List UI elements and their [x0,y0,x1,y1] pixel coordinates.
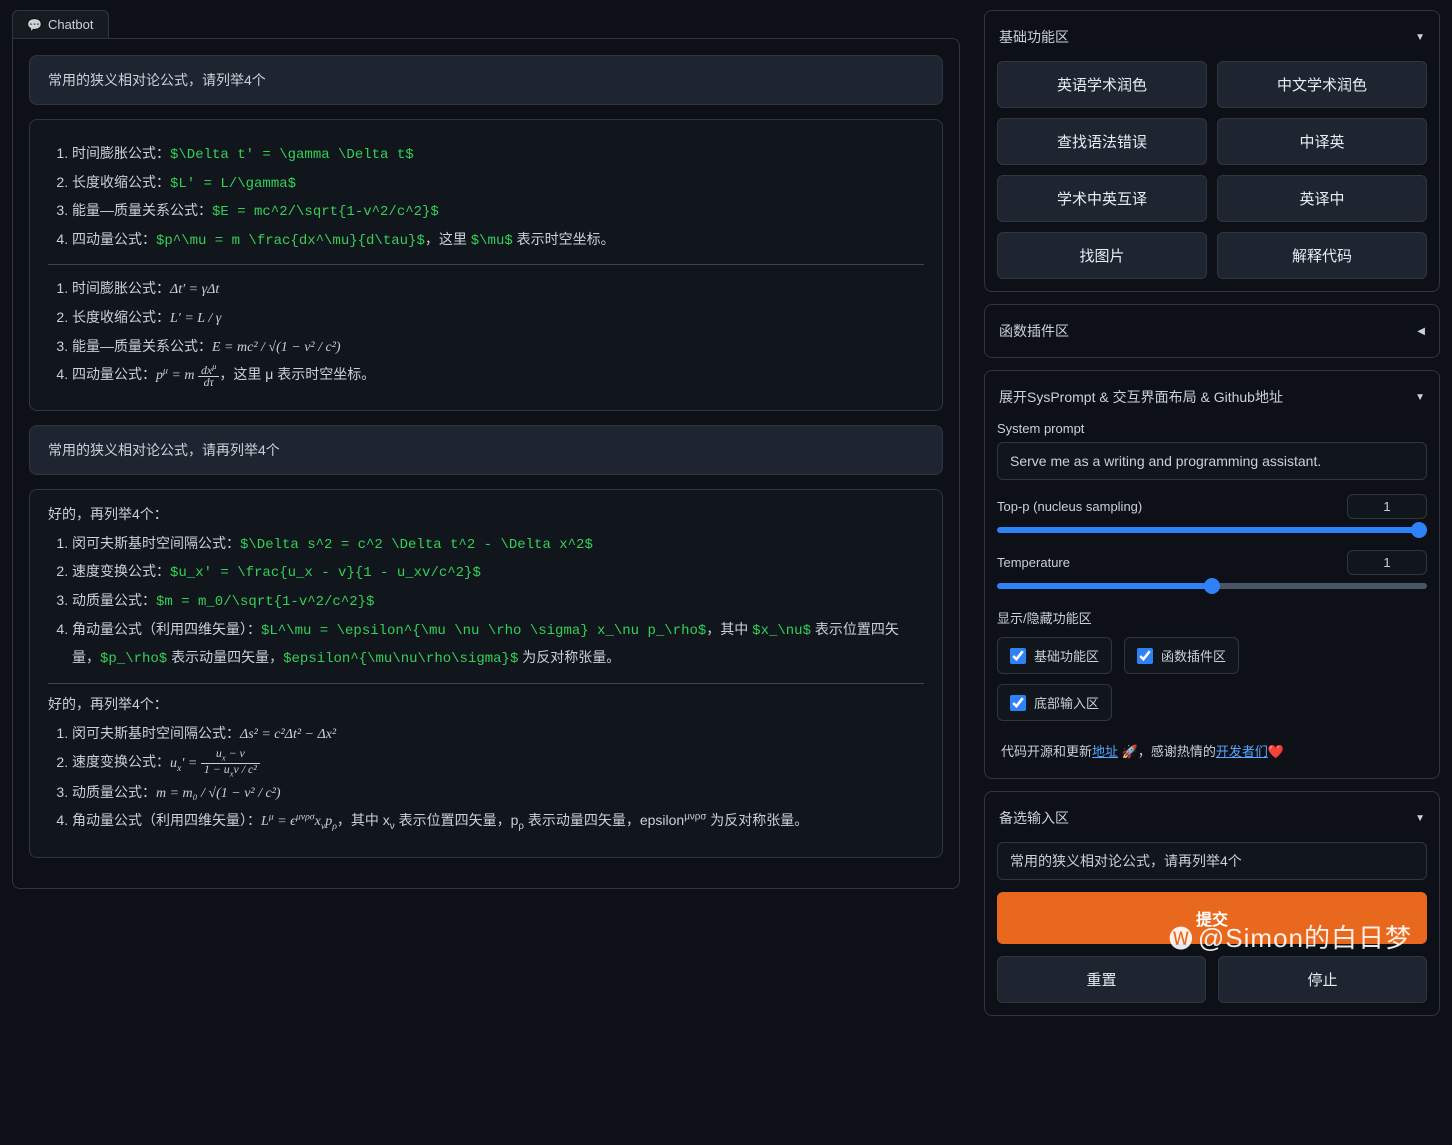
topp-value: 1 [1347,494,1427,519]
formula-item: 时间膨胀公式：$\Delta t' = \gamma \Delta t$ [72,140,924,169]
divider [48,683,924,684]
system-prompt-label: System prompt [997,421,1427,436]
formula-item: 速度变换公式：$u_x' = \frac{u_x - v}{1 - u_xv/c… [72,558,924,587]
alt-input-field[interactable] [997,842,1427,880]
function-button-6[interactable]: 找图片 [997,232,1207,279]
function-button-0[interactable]: 英语学术润色 [997,61,1207,108]
sidebar: 基础功能区 ▼ 英语学术润色中文学术润色查找语法错误中译英学术中英互译英译中找图… [972,0,1452,1145]
alt-input-header[interactable]: 备选输入区 ▼ [997,804,1427,832]
temp-value: 1 [1347,550,1427,575]
divider [48,264,924,265]
formula-item-rendered: 闵可夫斯基时空间隔公式：Δs² = c²Δt² − Δx² [72,720,924,749]
submit-button[interactable]: 提交 [997,892,1427,944]
system-prompt-input[interactable] [997,442,1427,480]
function-button-2[interactable]: 查找语法错误 [997,118,1207,165]
assistant-message: 好的，再列举4个： 闵可夫斯基时空间隔公式：$\Delta s^2 = c^2 … [29,489,943,858]
user-message: 常用的狭义相对论公式，请列举4个 [29,55,943,105]
chevron-down-icon: ▼ [1415,813,1425,824]
function-button-3[interactable]: 中译英 [1217,118,1427,165]
basic-functions-section: 基础功能区 ▼ 英语学术润色中文学术润色查找语法错误中译英学术中英互译英译中找图… [984,10,1440,292]
devs-link[interactable]: 开发者们 [1216,744,1268,759]
reset-button[interactable]: 重置 [997,956,1206,1003]
formula-item-rendered: 时间膨胀公式：Δt′ = γΔt [72,275,924,304]
topp-slider[interactable] [997,527,1427,533]
chat-panel: 💬 Chatbot 常用的狭义相对论公式，请列举4个 时间膨胀公式：$\Delt… [0,0,972,1145]
expand-header[interactable]: 展开SysPrompt & 交互界面布局 & Github地址 ▼ [997,383,1427,411]
temp-label: Temperature [997,555,1070,570]
assistant-message: 时间膨胀公式：$\Delta t' = \gamma \Delta t$长度收缩… [29,119,943,411]
formula-item-rendered: 角动量公式（利用四维矢量）：Lμ = ϵμνρσxνpρ，其中 xν 表示位置四… [72,807,924,836]
plugins-section: 函数插件区 ◀ [984,304,1440,358]
function-button-7[interactable]: 解释代码 [1217,232,1427,279]
temperature-slider[interactable] [997,583,1427,589]
topp-label: Top-p (nucleus sampling) [997,499,1142,514]
basic-functions-header[interactable]: 基础功能区 ▼ [997,23,1427,51]
formula-item-rendered: 四动量公式：pμ = m dxμdτ，这里 μ 表示时空坐标。 [72,361,924,390]
formula-item: 动质量公式：$m = m_0/\sqrt{1-v^2/c^2}$ [72,587,924,616]
formula-item: 角动量公式（利用四维矢量）：$L^\mu = \epsilon^{\mu \nu… [72,616,924,673]
chk-bottom-input[interactable]: 底部输入区 [997,684,1112,721]
chatbot-tab[interactable]: 💬 Chatbot [12,10,109,38]
repo-link[interactable]: 地址 [1092,744,1118,759]
formula-item: 能量—质量关系公式：$E = mc^2/\sqrt{1-v^2/c^2}$ [72,197,924,226]
function-button-5[interactable]: 英译中 [1217,175,1427,222]
formula-item-rendered: 动质量公式：m = m₀ / √(1 − v² / c²) [72,779,924,808]
visibility-label: 显示/隐藏功能区 [997,608,1427,627]
alt-input-section: 备选输入区 ▼ 提交 重置 停止 [984,791,1440,1016]
tab-label: Chatbot [48,17,94,32]
formula-list-raw: 闵可夫斯基时空间隔公式：$\Delta s^2 = c^2 \Delta t^2… [48,530,924,673]
formula-item: 长度收缩公式：$L' = L/\gamma$ [72,169,924,198]
formula-list-raw: 时间膨胀公式：$\Delta t' = \gamma \Delta t$长度收缩… [48,140,924,254]
user-message: 常用的狭义相对论公式，请再列举4个 [29,425,943,475]
formula-item-rendered: 长度收缩公式：L′ = L / γ [72,304,924,333]
chevron-left-icon: ◀ [1417,326,1425,337]
formula-item-rendered: 速度变换公式：ux′ = ux − v1 − uxv / c² [72,748,924,778]
chat-icon: 💬 [27,18,42,32]
formula-item: 四动量公式：$p^\mu = m \frac{dx^\mu}{d\tau}$，这… [72,226,924,255]
formula-item-rendered: 能量—质量关系公式：E = mc² / √(1 − v² / c²) [72,333,924,362]
chk-basic[interactable]: 基础功能区 [997,637,1112,674]
function-button-1[interactable]: 中文学术润色 [1217,61,1427,108]
formula-item: 闵可夫斯基时空间隔公式：$\Delta s^2 = c^2 \Delta t^2… [72,530,924,559]
chk-plugins[interactable]: 函数插件区 [1124,637,1239,674]
chevron-down-icon: ▼ [1415,392,1425,403]
formula-list-rendered: 闵可夫斯基时空间隔公式：Δs² = c²Δt² − Δx²速度变换公式：ux′ … [48,720,924,837]
plugins-header[interactable]: 函数插件区 ◀ [997,317,1427,345]
chat-area: 常用的狭义相对论公式，请列举4个 时间膨胀公式：$\Delta t' = \ga… [12,38,960,889]
function-button-4[interactable]: 学术中英互译 [997,175,1207,222]
footer-text: 代码开源和更新地址 🚀，感谢热情的开发者们❤️ [997,735,1427,766]
stop-button[interactable]: 停止 [1218,956,1427,1003]
chevron-down-icon: ▼ [1415,32,1425,43]
formula-list-rendered: 时间膨胀公式：Δt′ = γΔt长度收缩公式：L′ = L / γ能量—质量关系… [48,275,924,389]
expand-section: 展开SysPrompt & 交互界面布局 & Github地址 ▼ System… [984,370,1440,779]
